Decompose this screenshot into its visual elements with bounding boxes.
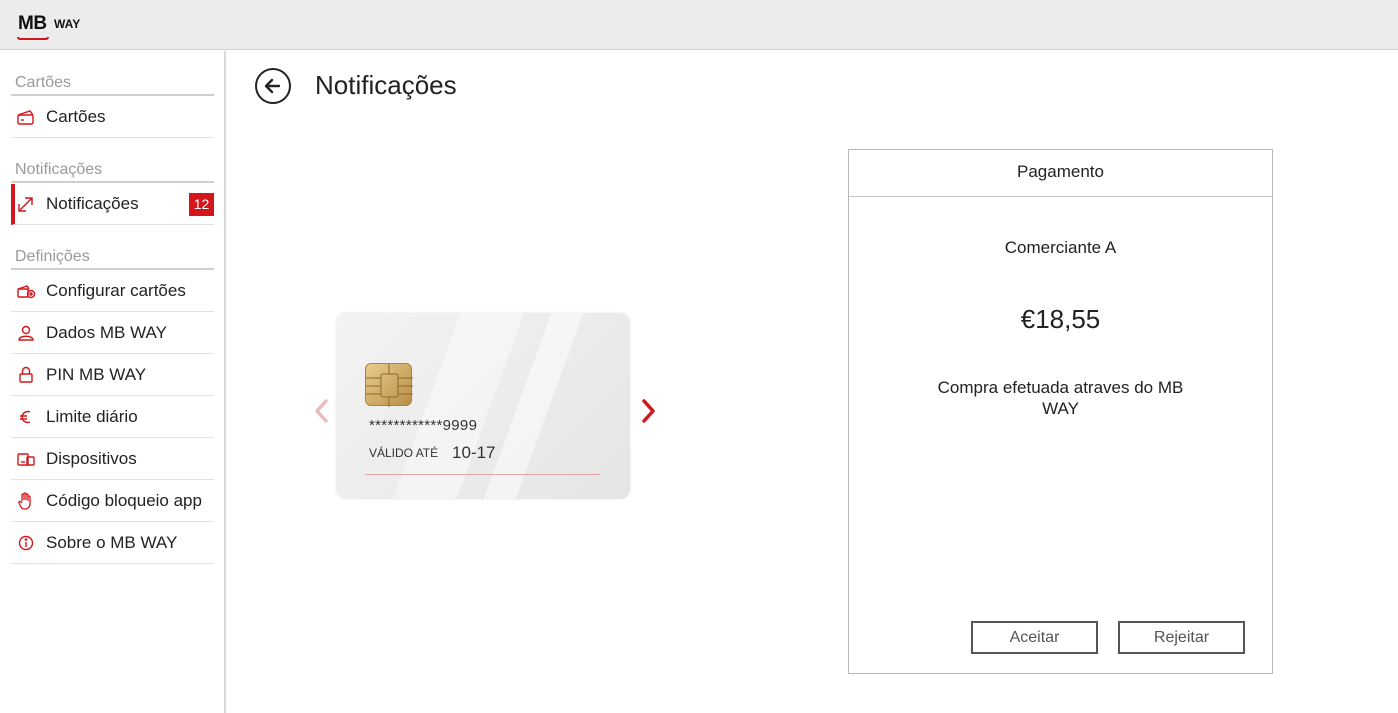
sidebar-item-cartoes[interactable]: Cartões [11, 97, 214, 138]
sidebar-item-notificacoes[interactable]: Notificações 12 [11, 184, 214, 225]
logo-underline [17, 37, 49, 40]
payment-amount: €18,55 [1020, 304, 1101, 334]
devices-icon [15, 448, 37, 470]
back-button[interactable] [255, 68, 291, 104]
accept-button[interactable]: Aceitar [971, 621, 1098, 654]
user-icon [15, 322, 37, 344]
sidebar-item-label: Notificações [46, 194, 139, 213]
sidebar-item-label: Dados MB WAY [46, 323, 167, 342]
lock-icon [15, 364, 37, 386]
info-icon [15, 532, 37, 554]
section-title-notificacoes: Notificações [11, 159, 214, 183]
sidebar-item-pin-mb-way[interactable]: PIN MB WAY [11, 355, 214, 396]
sidebar-item-label: Cartões [46, 107, 106, 126]
hand-icon [15, 490, 37, 512]
card-divider [365, 474, 600, 475]
page-title: Notificações [315, 70, 457, 100]
logo-mb-text: MB [18, 13, 47, 34]
section-title-definicoes: Definições [11, 246, 214, 270]
card-settings-icon [15, 280, 37, 302]
sidebar-item-dados-mb-way[interactable]: Dados MB WAY [11, 313, 214, 354]
sidebar-item-label: Dispositivos [46, 449, 137, 468]
sidebar-item-configurar-cartoes[interactable]: Configurar cartões [11, 271, 214, 312]
section-title-cartoes: Cartões [11, 72, 214, 96]
sidebar-item-dispositivos[interactable]: Dispositivos [11, 439, 214, 480]
card-valid-value: 10-17 [452, 443, 496, 462]
card-chip-icon [365, 363, 413, 407]
sidebar-item-label: PIN MB WAY [46, 365, 147, 384]
panel-header: Pagamento [849, 150, 1272, 197]
merchant-name: Comerciante A [1004, 238, 1117, 257]
euro-icon [15, 406, 37, 428]
payment-description: Compra efetuada atraves do MB WAY [937, 378, 1184, 418]
sidebar: Cartões Cartões Notificações Notificaçõe… [0, 51, 226, 713]
sidebar-item-limite-diario[interactable]: Limite diário [11, 397, 214, 438]
notification-count-badge: 12 [189, 193, 214, 216]
sidebar-item-sobre-mb-way[interactable]: Sobre o MB WAY [11, 523, 214, 564]
sidebar-item-label: Configurar cartões [46, 281, 186, 300]
top-bar: MB WAY [0, 0, 1398, 50]
sidebar-item-label: Limite diário [46, 407, 138, 426]
sidebar-item-label: Código bloqueio app [46, 491, 202, 510]
reject-button[interactable]: Rejeitar [1118, 621, 1245, 654]
chevron-left-icon[interactable] [311, 396, 333, 426]
card-valid-label: VÁLIDO ATÉ [369, 446, 439, 460]
sidebar-item-codigo-bloqueio-app[interactable]: Código bloqueio app [11, 481, 214, 522]
notifications-icon [15, 193, 37, 215]
payment-panel: Pagamento Comerciante A €18,55 Compra ef… [848, 149, 1273, 674]
card-number: ************9999 [369, 417, 478, 434]
sidebar-item-label: Sobre o MB WAY [46, 533, 178, 552]
arrow-left-icon [264, 78, 281, 94]
chevron-right-icon[interactable] [638, 396, 660, 426]
card-icon [15, 106, 37, 128]
payment-card[interactable]: ************9999 VÁLIDO ATÉ 10-17 [336, 313, 630, 499]
logo-way-text: WAY [54, 17, 81, 31]
